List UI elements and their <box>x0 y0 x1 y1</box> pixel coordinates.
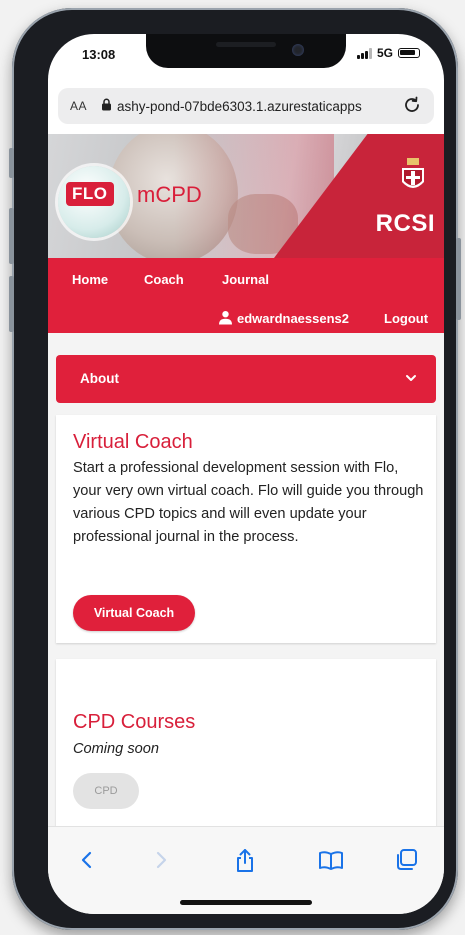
tabs-icon[interactable] <box>394 847 420 873</box>
share-icon[interactable] <box>232 847 258 873</box>
rcsi-logo-text: RCSI <box>375 210 435 237</box>
cpd-button: CPD <box>73 773 139 809</box>
volume-up-button <box>9 208 14 264</box>
bookmarks-icon[interactable] <box>318 847 344 873</box>
cpd-courses-subtitle: Coming soon <box>73 741 159 757</box>
nav-journal-link[interactable]: Journal <box>222 272 269 287</box>
virtual-coach-description: Start a professional development session… <box>73 460 424 545</box>
camera <box>292 44 304 56</box>
virtual-coach-title: Virtual Coach <box>73 431 193 453</box>
power-button <box>456 238 461 320</box>
about-label: About <box>80 371 119 386</box>
reload-icon[interactable] <box>402 95 422 120</box>
battery-icon <box>398 48 420 58</box>
volume-down-button <box>9 276 14 332</box>
address-bar[interactable]: AA ashy-pond-07bde6303.1.azurestaticapps <box>58 88 434 124</box>
main-nav: Home Coach Journal edwardnaessens2 Logou… <box>48 258 444 333</box>
url-text[interactable]: ashy-pond-07bde6303.1.azurestaticapps <box>117 99 397 114</box>
status-indicators: 5G <box>356 46 420 60</box>
phone-frame: 13:08 5G AA ashy-pond-07bde6303.1.azures… <box>9 8 461 930</box>
header-banner: FLO mCPD RCSI <box>48 134 444 258</box>
nav-home-link[interactable]: Home <box>72 272 108 287</box>
reader-aa-button[interactable]: AA <box>70 99 87 113</box>
nav-coach-link[interactable]: Coach <box>144 272 184 287</box>
forward-icon[interactable] <box>148 847 174 873</box>
lock-icon <box>101 98 112 114</box>
mute-switch <box>9 148 14 178</box>
about-accordion[interactable]: About <box>56 355 436 403</box>
nav-logout-link[interactable]: Logout <box>384 311 428 326</box>
network-label: 5G <box>376 46 393 60</box>
cpd-courses-title: CPD Courses <box>73 711 196 733</box>
virtual-coach-card: Virtual Coach Start a professional devel… <box>56 415 436 643</box>
speaker <box>216 42 276 47</box>
nav-username-link[interactable]: edwardnaessens2 <box>237 311 349 326</box>
notch <box>146 34 346 68</box>
home-indicator[interactable] <box>180 900 312 905</box>
cpd-courses-card: CPD Courses Coming soon CPD <box>56 659 436 831</box>
status-time: 13:08 <box>82 47 116 62</box>
signal-icon <box>356 47 372 59</box>
rcsi-crest-icon <box>402 158 424 188</box>
main-content: About Virtual Coach Start a professional… <box>48 333 444 853</box>
flo-logo-text[interactable]: FLO <box>66 182 114 206</box>
phone-screen: 13:08 5G AA ashy-pond-07bde6303.1.azures… <box>48 34 444 914</box>
back-icon[interactable] <box>74 847 100 873</box>
virtual-coach-button[interactable]: Virtual Coach <box>73 595 195 631</box>
mcpd-logo-text[interactable]: mCPD <box>137 182 202 208</box>
user-icon <box>219 311 232 325</box>
chevron-down-icon[interactable] <box>404 371 418 385</box>
